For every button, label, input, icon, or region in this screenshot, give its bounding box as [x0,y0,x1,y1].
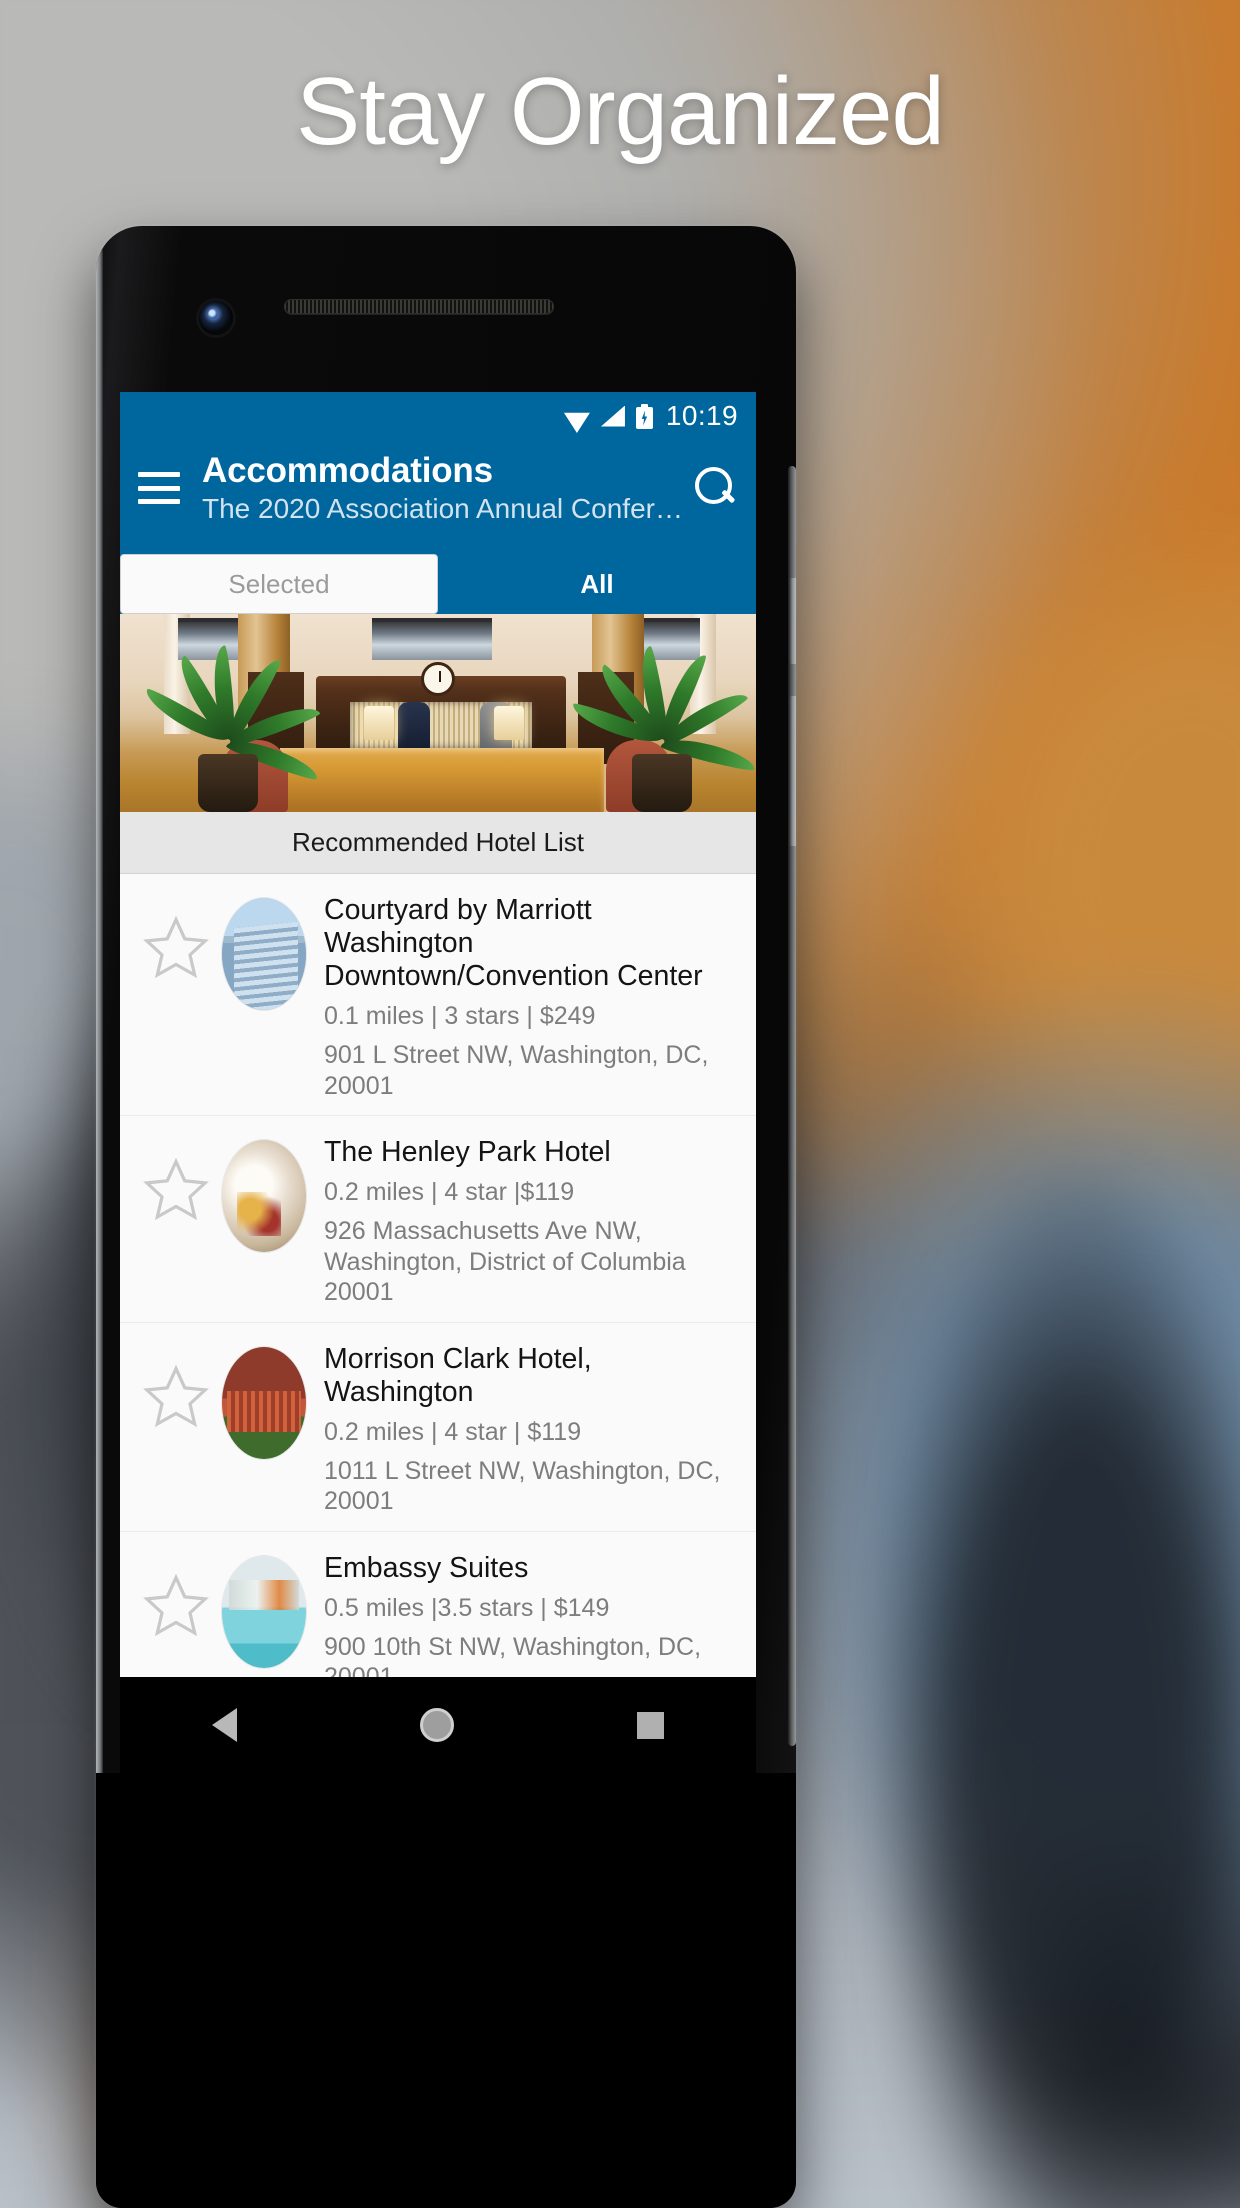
hotel-name: The Henley Park Hotel [324,1136,611,1169]
hotel-address: 901 L Street NW, Washington, DC, 20001 [324,1041,709,1100]
hotel-meta: 0.5 miles |3.5 stars | $149 [324,1593,610,1622]
tab-all[interactable]: All [438,554,756,614]
status-bar: 10:19 [120,392,756,440]
table-row[interactable]: Courtyard by Marriott Washington Downtow… [120,874,756,1115]
page-title: Accommodations [202,450,493,490]
hotel-address: 1011 L Street NW, Washington, DC, 20001 [324,1456,721,1516]
favorite-star-icon[interactable] [140,1570,212,1640]
back-triangle-icon[interactable] [211,1708,237,1742]
wifi-icon [564,406,590,426]
hotel-thumbnail [222,1140,306,1253]
hotel-meta: 0.2 miles | 4 star |$119 [324,1178,575,1207]
cell-signal-icon [600,405,625,427]
hotel-thumbnail [222,1555,306,1668]
phone-screen: 10:19 Accommodations The 2020 Associatio… [120,392,756,1677]
device-chin [96,1773,796,2208]
hotel-info: Morrison Clark Hotel, Washington 0.2 mil… [324,1339,742,1517]
favorite-star-icon[interactable] [140,1361,212,1431]
search-icon[interactable] [692,465,738,511]
app-bar-titles: Accommodations The 2020 Association Annu… [202,451,682,526]
hotel-meta: 0.2 miles | 4 star | $119 [324,1417,582,1446]
table-row[interactable]: The Henley Park Hotel 0.2 miles | 4 star… [120,1115,756,1322]
favorite-star-icon[interactable] [140,1154,212,1224]
hotel-thumbnail [222,898,306,1010]
hotel-name: Courtyard by Marriott Washington Downtow… [324,894,703,993]
hotel-address: 900 10th St NW, Washington, DC, 20001 [324,1632,702,1677]
favorite-star-icon[interactable] [140,912,212,982]
android-navigation-bar [120,1677,756,1773]
volume-button[interactable] [789,696,796,846]
hotel-meta: 0.1 miles | 3 stars | $249 [324,1002,596,1031]
home-circle-icon[interactable] [419,1708,454,1742]
promo-headline: Stay Organized [296,58,945,165]
table-row[interactable]: Morrison Clark Hotel, Washington 0.2 mil… [120,1321,756,1531]
battery-charging-icon [635,403,653,429]
section-header: Recommended Hotel List [120,812,756,874]
hotel-info: Courtyard by Marriott Washington Downtow… [324,890,742,1101]
device-left-edge [96,248,103,1948]
hotel-name: Embassy Suites [324,1551,529,1584]
status-bar-clock: 10:19 [665,400,738,431]
hamburger-menu-icon[interactable] [138,472,180,504]
earpiece-speaker [284,299,554,314]
hotel-info: Embassy Suites 0.5 miles |3.5 stars | $1… [324,1548,742,1677]
hotel-address: 926 Massachusetts Ave NW, Washington, Di… [324,1217,686,1307]
power-button[interactable] [789,578,796,664]
recents-square-icon[interactable] [637,1711,665,1739]
page-subtitle: The 2020 Association Annual Confer… [202,492,682,524]
hotel-name: Morrison Clark Hotel, Washington [324,1342,592,1408]
hotel-info: The Henley Park Hotel 0.2 miles | 4 star… [324,1132,742,1308]
app-bar: Accommodations The 2020 Association Annu… [120,440,756,552]
hotel-thumbnail [222,1346,306,1459]
front-camera-icon [199,301,233,335]
table-row[interactable]: Embassy Suites 0.5 miles |3.5 stars | $1… [120,1530,756,1677]
segmented-tabs: Selected All [120,552,756,614]
hotel-lobby-hero-image [120,614,756,812]
tab-selected[interactable]: Selected [120,554,438,614]
hotel-list: Courtyard by Marriott Washington Downtow… [120,874,756,1677]
phone-device-frame: 10:19 Accommodations The 2020 Associatio… [96,226,796,2208]
